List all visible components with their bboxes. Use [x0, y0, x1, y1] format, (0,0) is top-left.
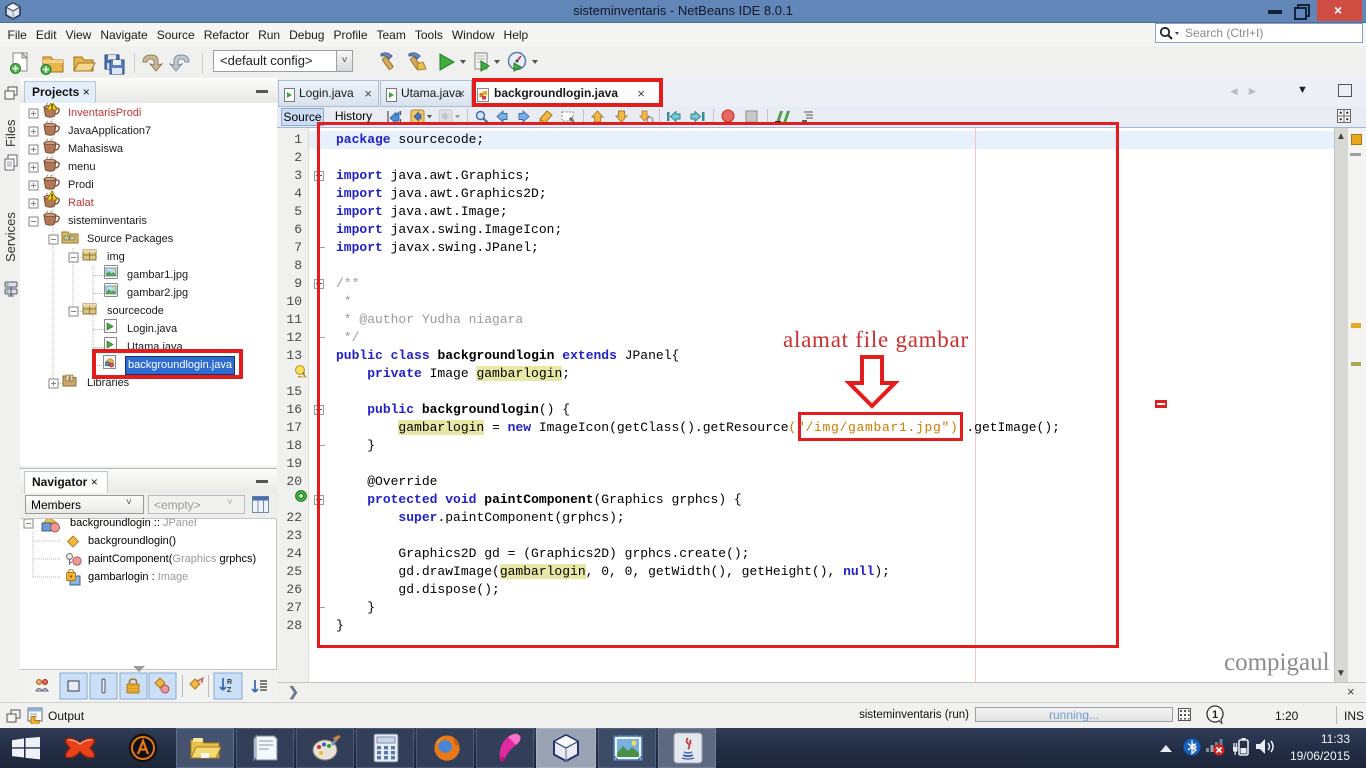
svg-text:R: R	[227, 679, 232, 686]
svg-text:1: 1	[1212, 709, 1218, 721]
svg-text:!: !	[303, 371, 306, 378]
svg-text:Z: Z	[227, 687, 232, 694]
